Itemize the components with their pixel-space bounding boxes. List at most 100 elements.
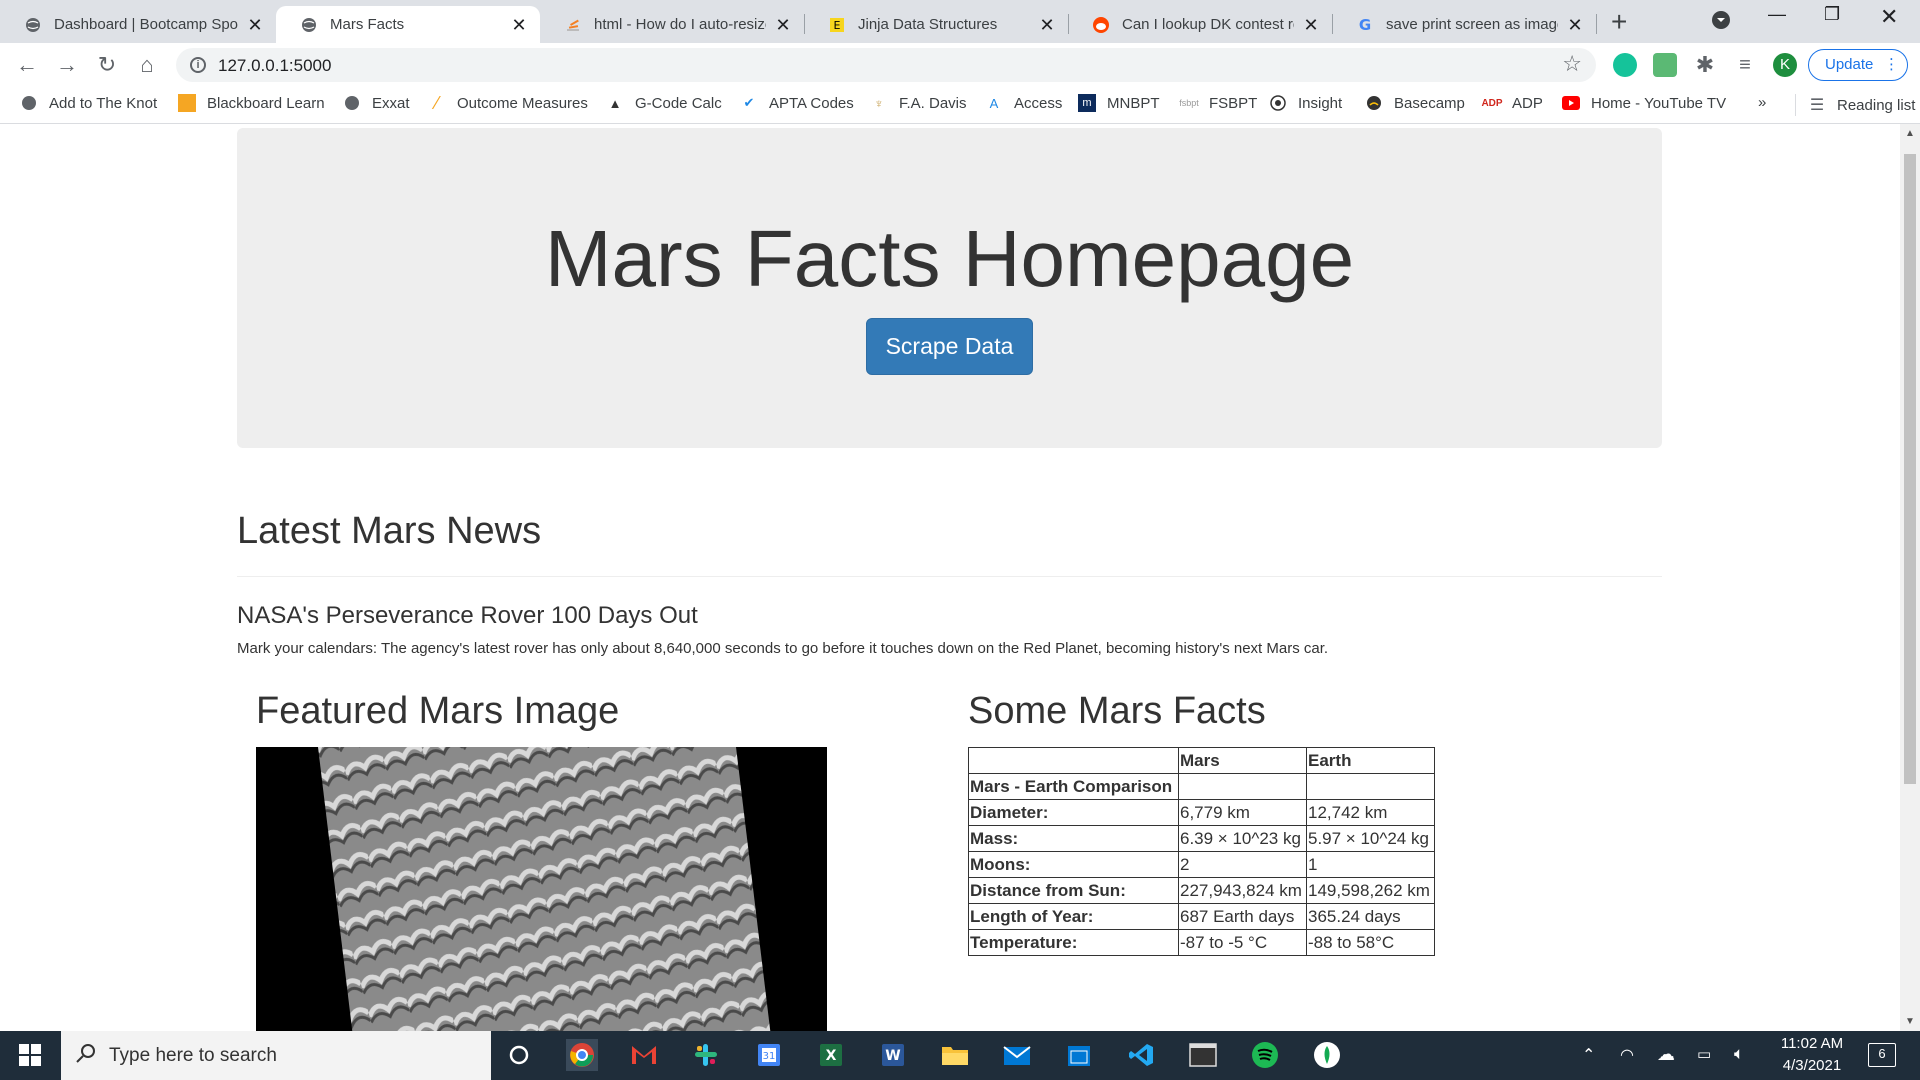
- bookmark-item[interactable]: ADP ADP: [1481, 94, 1542, 112]
- mail-icon[interactable]: [1001, 1039, 1033, 1071]
- cortana-icon[interactable]: [503, 1039, 535, 1071]
- google-calendar-icon[interactable]: 31: [753, 1039, 785, 1071]
- tab-strip: Dashboard | Bootcamp Spot ✕ Mars Facts ✕…: [0, 0, 1920, 43]
- bookmark-item[interactable]: ⁄ Outcome Measures: [428, 93, 587, 113]
- word-icon[interactable]: W: [877, 1039, 909, 1071]
- more-menu-icon[interactable]: ⋮: [1884, 50, 1899, 80]
- bookmark-label: FSBPT: [1209, 94, 1258, 112]
- table-cell: 687 Earth days: [1178, 903, 1307, 930]
- reload-icon[interactable]: ↻: [94, 52, 120, 78]
- close-window-icon[interactable]: ✕: [1880, 4, 1898, 30]
- taskbar: Type here to search 31 X W ⌃ ◠ ☁ ▭ 🔈︎ 11…: [0, 1031, 1920, 1080]
- bookmark-item[interactable]: ✔ APTA Codes: [740, 94, 854, 112]
- bookmark-item[interactable]: ▲ G-Code Calc: [606, 94, 722, 112]
- globe-icon: [20, 94, 38, 112]
- update-button[interactable]: Update ⋮: [1808, 49, 1908, 81]
- terminal-icon[interactable]: [1187, 1039, 1219, 1071]
- clock-time[interactable]: 11:02 AM: [1772, 1035, 1852, 1052]
- jumbotron: Mars Facts Homepage Scrape Data: [237, 128, 1662, 448]
- fadavis-icon: ♆: [874, 95, 884, 111]
- wifi-icon[interactable]: ◠: [1620, 1045, 1634, 1065]
- scroll-down-icon[interactable]: ▼: [1905, 1016, 1915, 1027]
- bookmark-item[interactable]: ♆ F.A. Davis: [870, 94, 966, 112]
- bookmark-item[interactable]: Basecamp: [1365, 94, 1465, 112]
- address-bar[interactable]: i 127.0.0.1:5000 ☆: [176, 48, 1596, 82]
- close-icon[interactable]: ✕: [774, 16, 792, 34]
- grammarly-icon[interactable]: [1613, 53, 1637, 77]
- tab-jinja[interactable]: E Jinja Data Structures ✕: [804, 6, 1068, 43]
- taskbar-search-box[interactable]: Type here to search: [61, 1031, 491, 1080]
- bookmark-star-icon[interactable]: ☆: [1562, 51, 1582, 77]
- tab-dashboard[interactable]: Dashboard | Bootcamp Spot ✕: [0, 6, 276, 43]
- bookmark-item[interactable]: fsbpt FSBPT: [1179, 94, 1258, 112]
- tab-title: Dashboard | Bootcamp Spot: [54, 16, 238, 33]
- bookmarks-bar: Add to The Knot Blackboard Learn Exxat ⁄…: [0, 86, 1920, 124]
- new-tab-icon[interactable]: +: [1611, 8, 1627, 36]
- table-header-cell: [968, 747, 1179, 774]
- table-cell: 1: [1306, 851, 1435, 878]
- close-icon[interactable]: ✕: [1566, 16, 1584, 34]
- avatar[interactable]: K: [1773, 53, 1797, 77]
- tab-google[interactable]: G save print screen as image ✕: [1332, 6, 1596, 43]
- calendar-icon[interactable]: [1063, 1039, 1095, 1071]
- home-icon[interactable]: ⌂: [134, 52, 160, 78]
- svg-text:31: 31: [763, 1051, 776, 1062]
- clock-date[interactable]: 4/3/2021: [1772, 1057, 1852, 1074]
- access-icon: A: [989, 95, 999, 111]
- forward-icon[interactable]: →: [54, 52, 80, 78]
- notifications-icon[interactable]: 6: [1868, 1043, 1896, 1067]
- tab-reddit[interactable]: Can I lookup DK contest res ✕: [1068, 6, 1332, 43]
- scrape-data-button[interactable]: Scrape Data: [866, 318, 1033, 375]
- scroll-up-icon[interactable]: ▲: [1905, 128, 1915, 139]
- minimize-icon[interactable]: —: [1768, 4, 1786, 25]
- info-icon[interactable]: i: [190, 57, 206, 73]
- bookmarks-more-icon[interactable]: »: [1758, 94, 1766, 111]
- chrome-icon[interactable]: [566, 1039, 598, 1071]
- spotify-icon[interactable]: [1249, 1039, 1281, 1071]
- close-icon[interactable]: ✕: [246, 16, 264, 34]
- bookmark-label: Insight: [1298, 94, 1343, 112]
- scrollbar-thumb[interactable]: [1904, 154, 1916, 784]
- gmail-icon[interactable]: [628, 1039, 660, 1071]
- excel-icon[interactable]: X: [815, 1039, 847, 1071]
- mongodb-icon[interactable]: [1311, 1039, 1343, 1071]
- table-cell: Moons:: [968, 851, 1179, 878]
- restore-icon[interactable]: ❐: [1824, 4, 1840, 25]
- reading-list-button[interactable]: ☰ Reading list: [1795, 94, 1915, 116]
- bookmark-item[interactable]: Add to The Knot: [20, 94, 157, 112]
- onedrive-icon[interactable]: ☁: [1657, 1044, 1675, 1065]
- windows-start-icon[interactable]: [14, 1039, 46, 1071]
- table-row: Temperature: -87 to -5 °C -88 to 58°C: [968, 929, 1435, 956]
- show-hidden-icons-icon[interactable]: ⌃: [1582, 1045, 1595, 1065]
- bookmark-item[interactable]: A Access: [985, 94, 1063, 112]
- puzzle-icon[interactable]: ✱: [1693, 53, 1717, 77]
- mountain-icon: ▲: [608, 95, 622, 111]
- close-icon[interactable]: ✕: [510, 16, 528, 34]
- browser-toolbar: ← → ↻ ⌂ i 127.0.0.1:5000 ☆ ✱ ≡ K Update …: [0, 43, 1920, 86]
- table-cell: Length of Year:: [968, 903, 1179, 930]
- bookmark-item[interactable]: Insight: [1269, 94, 1342, 112]
- close-icon[interactable]: ✕: [1302, 16, 1320, 34]
- volume-icon[interactable]: 🔈︎: [1734, 1044, 1744, 1064]
- url-text[interactable]: 127.0.0.1:5000: [218, 56, 331, 76]
- table-header-cell: Earth: [1306, 747, 1435, 774]
- tab-search-icon[interactable]: [1711, 10, 1731, 35]
- close-icon[interactable]: ✕: [1038, 16, 1056, 34]
- battery-icon[interactable]: ▭: [1697, 1045, 1711, 1063]
- table-header-row: Mars Earth: [968, 747, 1435, 774]
- file-explorer-icon[interactable]: [939, 1039, 971, 1071]
- bookmark-item[interactable]: Exxat: [343, 94, 410, 112]
- tab-stackoverflow[interactable]: html - How do I auto-resize ✕: [540, 6, 804, 43]
- back-icon[interactable]: ←: [14, 52, 40, 78]
- tab-title: Mars Facts: [330, 16, 405, 33]
- fsbpt-icon: fsbpt: [1179, 98, 1199, 108]
- vscode-icon[interactable]: [1125, 1039, 1157, 1071]
- extension-icon[interactable]: [1653, 53, 1677, 77]
- tab-mars-facts[interactable]: Mars Facts ✕: [276, 6, 540, 43]
- bookmark-item[interactable]: Blackboard Learn: [178, 94, 325, 112]
- bookmark-item[interactable]: m MNBPT: [1078, 94, 1160, 112]
- slack-icon[interactable]: [690, 1039, 722, 1071]
- media-control-icon[interactable]: ≡: [1733, 53, 1757, 77]
- bookmark-item[interactable]: Home - YouTube TV: [1562, 94, 1726, 112]
- page-scrollbar[interactable]: ▲ ▼: [1900, 124, 1920, 1031]
